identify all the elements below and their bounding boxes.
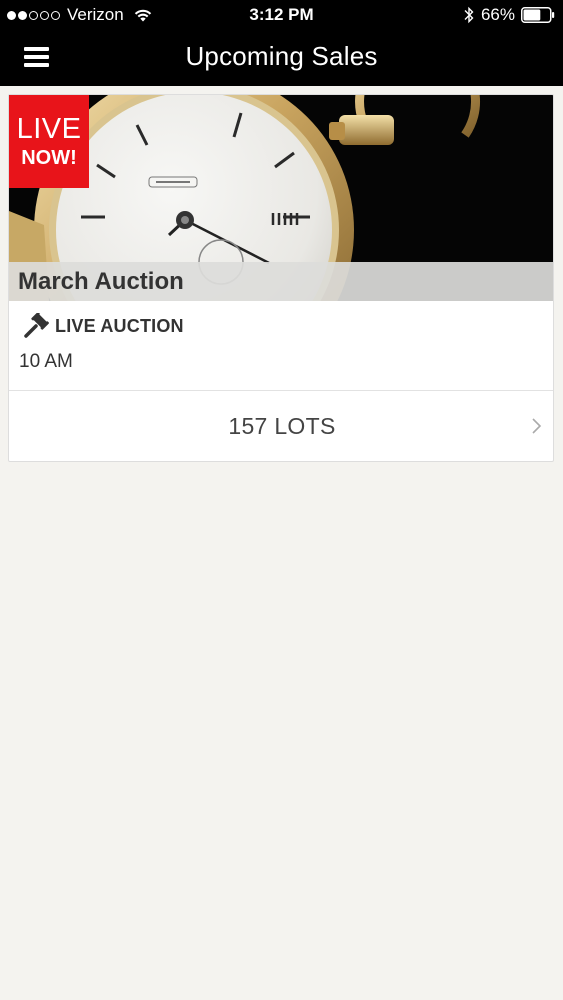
status-bar: Verizon 3:12 PM 66% — [0, 0, 563, 30]
sale-title: March Auction — [18, 268, 184, 295]
sale-time: 10 AM — [19, 351, 73, 372]
auction-type: LIVE AUCTION — [23, 313, 184, 339]
live-badge-line1: LIVE — [16, 113, 82, 145]
lots-button[interactable]: 157 LOTS — [9, 390, 553, 461]
battery-icon — [521, 7, 555, 23]
bluetooth-icon — [464, 6, 474, 24]
status-right: 66% — [463, 5, 555, 25]
live-badge-line2: NOW! — [21, 147, 77, 169]
sale-info: LIVE AUCTION 10 AM — [9, 301, 553, 390]
lots-count: 157 LOTS — [228, 413, 336, 439]
sale-card[interactable]: LIVE NOW! March Auction LIVE AUCTION 10 … — [8, 94, 554, 462]
nav-bar: Upcoming Sales — [0, 30, 563, 86]
chevron-right-icon — [532, 418, 542, 434]
page-title: Upcoming Sales — [185, 41, 378, 71]
auction-type-label: LIVE AUCTION — [55, 315, 184, 336]
sale-image[interactable]: LIVE NOW! March Auction — [9, 95, 553, 301]
battery-percent: 66% — [480, 5, 515, 24]
live-now-badge[interactable]: LIVE NOW! — [9, 95, 89, 188]
gavel-icon — [24, 313, 49, 338]
sale-title-bar: March Auction — [9, 262, 553, 301]
